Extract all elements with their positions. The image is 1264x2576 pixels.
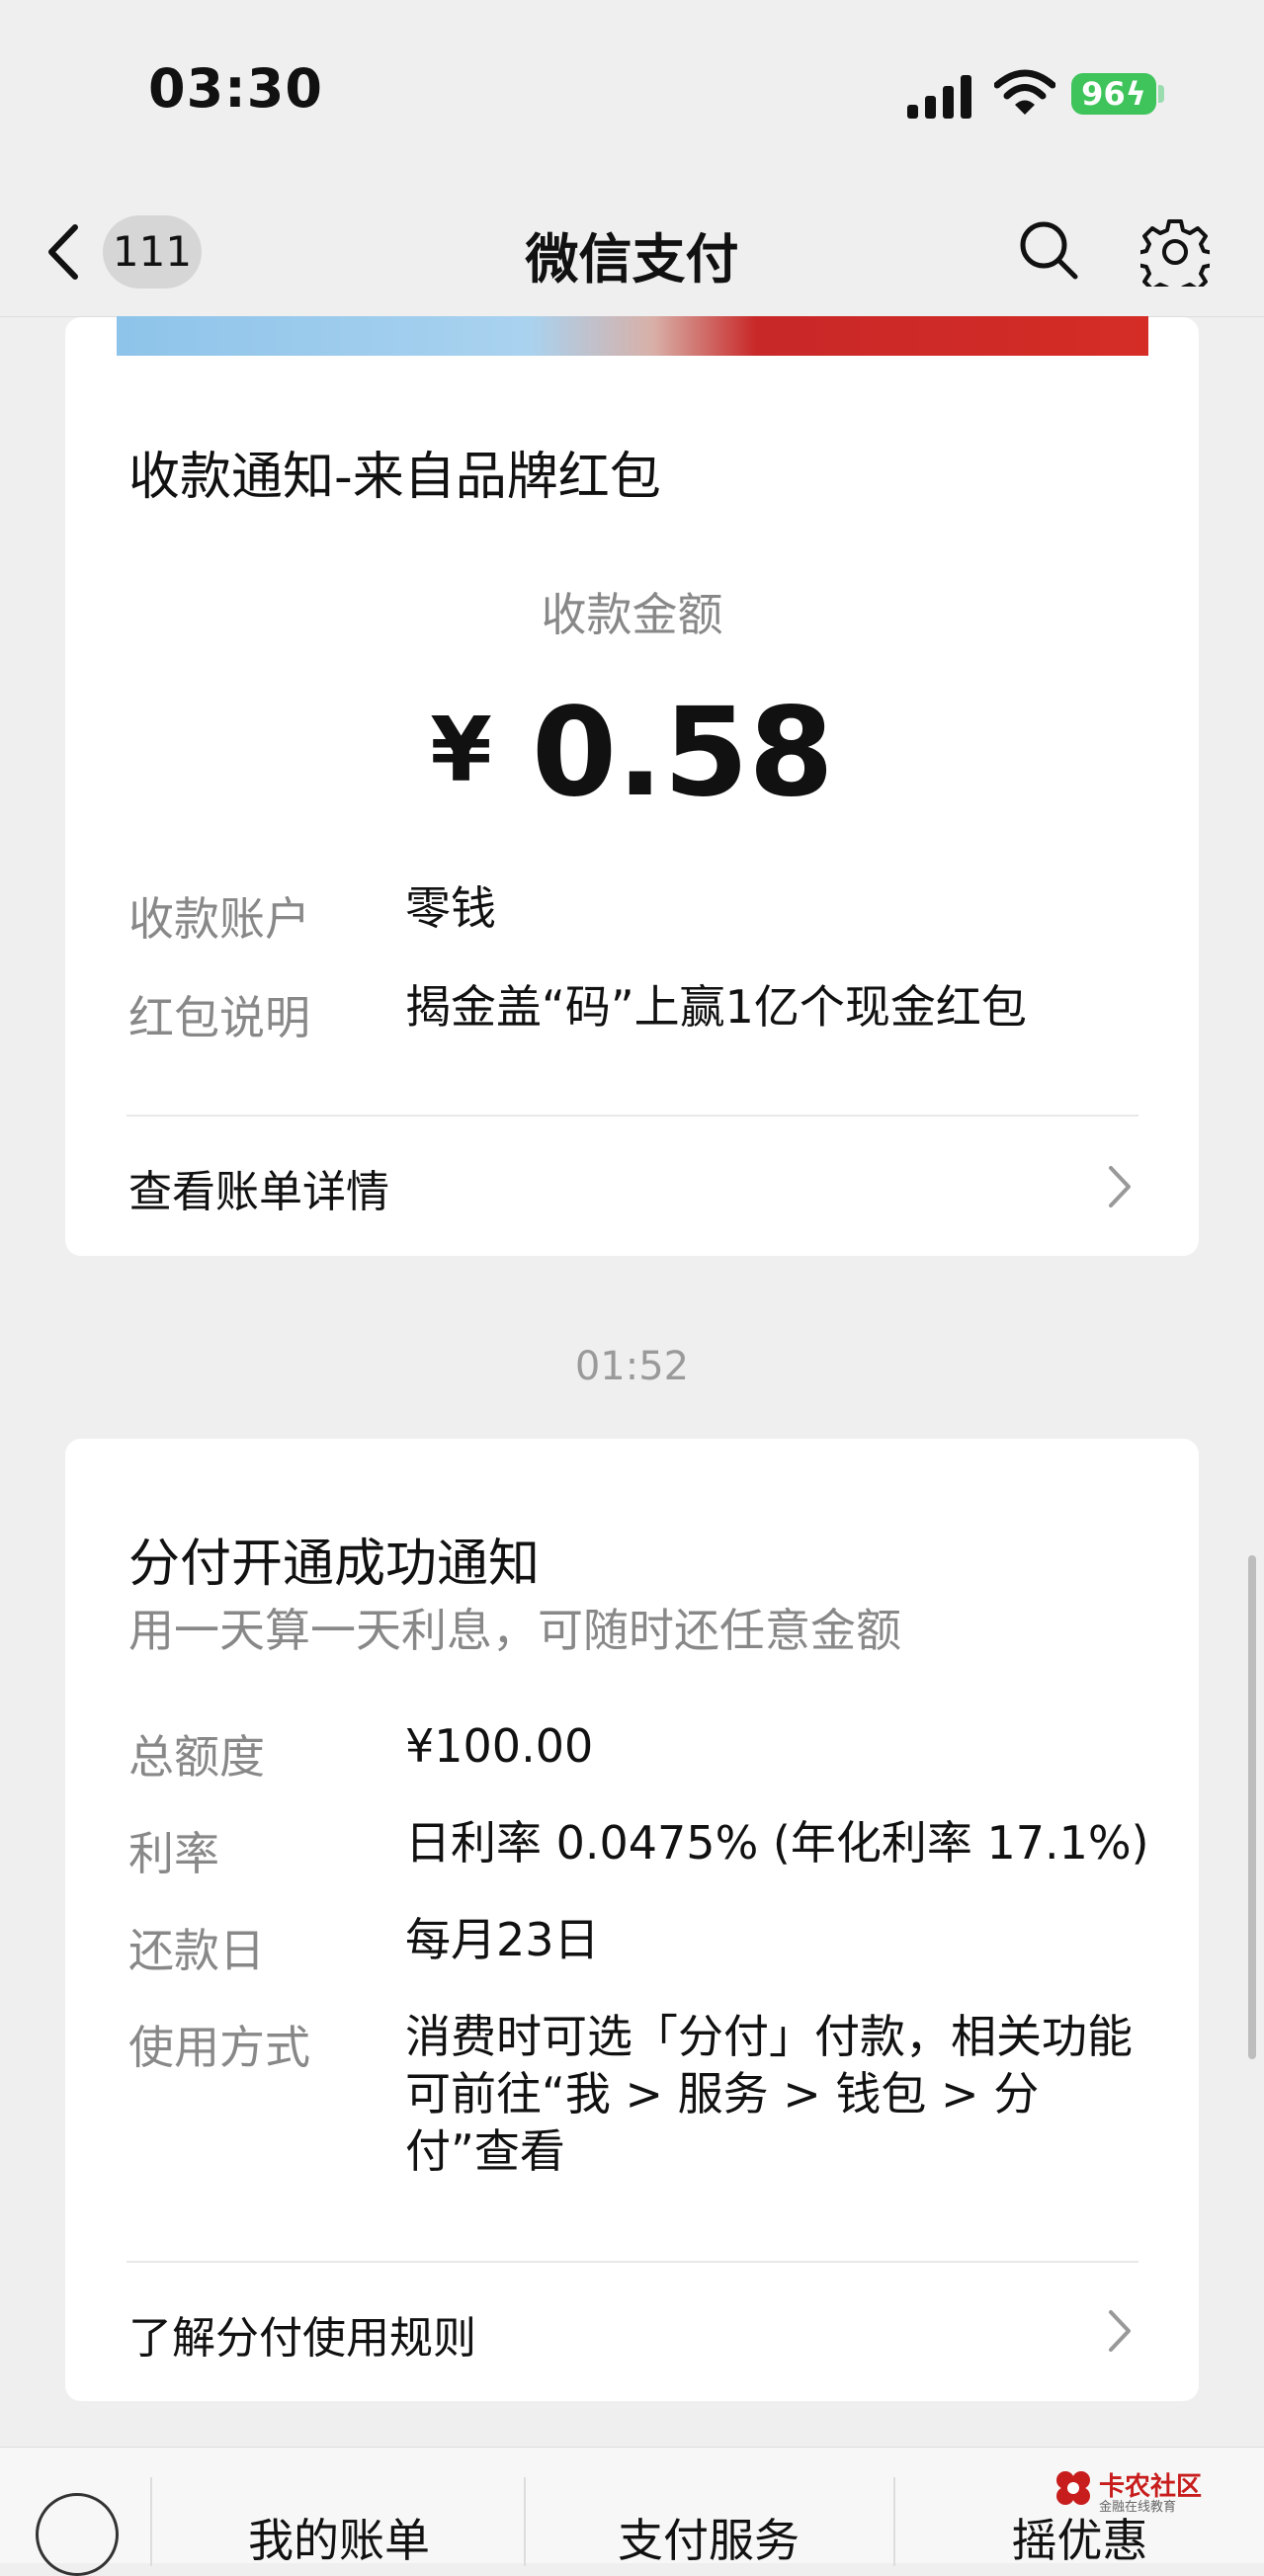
battery-nub	[1158, 85, 1164, 103]
amount-number: 0.58	[531, 682, 834, 824]
nav-bar: 111 微信支付	[0, 188, 1264, 317]
view-bill-details-link[interactable]: 查看账单详情	[128, 1156, 389, 1219]
message-timestamp: 01:52	[574, 1344, 690, 1389]
row-label: 还款日	[128, 1924, 265, 1977]
fenfu-rules-link[interactable]: 了解分付使用规则	[128, 2302, 476, 2366]
keyboard-icon[interactable]	[36, 2493, 119, 2576]
amount-label: 收款金额	[541, 588, 723, 641]
row-value: 揭金盖“码”上赢1亿个现金红包	[405, 980, 1027, 1034]
menu-payment-services[interactable]: 支付服务	[526, 2505, 891, 2570]
amount-value: ¥0.58	[0, 682, 1264, 824]
currency-symbol: ¥	[430, 699, 492, 802]
chevron-right-icon[interactable]	[1107, 2308, 1133, 2354]
row-label: 收款账户	[128, 892, 310, 946]
battery-indicator: 96ϟ	[1071, 73, 1156, 115]
card-title: 收款通知-来自品牌红包	[128, 448, 661, 507]
watermark: 卡农社区 金融在线教育	[1053, 2466, 1212, 2516]
status-time: 03:30	[148, 57, 323, 120]
menu-my-bills[interactable]: 我的账单	[152, 2505, 526, 2570]
row-value: 日利率 0.0475% (年化利率 17.1%)	[405, 1816, 1149, 1870]
battery-level: 96	[1081, 75, 1126, 113]
row-value: 零钱	[405, 881, 496, 935]
row-label: 利率	[128, 1827, 219, 1880]
gear-icon[interactable]	[1140, 217, 1210, 287]
card-title: 分付开通成功通知	[128, 1535, 541, 1594]
row-value: 消费时可选「分付」付款，相关功能可前往“我 > 服务 > 钱包 > 分付”查看	[405, 2010, 1133, 2178]
row-label: 使用方式	[128, 2021, 310, 2074]
wifi-icon	[994, 69, 1055, 115]
row-label: 红包说明	[128, 991, 310, 1044]
scrollbar[interactable]	[1248, 1555, 1256, 2059]
signal-icon	[907, 75, 971, 119]
watermark-logo-icon	[1056, 2471, 1090, 2505]
search-icon[interactable]	[1016, 217, 1081, 283]
chevron-right-icon[interactable]	[1107, 1164, 1133, 1209]
charging-icon: ϟ	[1125, 75, 1146, 113]
card-subtitle: 用一天算一天利息，可随时还任意金额	[128, 1604, 901, 1657]
divider	[126, 1115, 1138, 1117]
row-value: ¥100.00	[405, 1719, 594, 1773]
divider	[126, 2261, 1138, 2263]
row-value: 每月23日	[405, 1913, 600, 1966]
row-label: 总额度	[128, 1730, 265, 1784]
status-bar: 03:30 96ϟ	[0, 0, 1264, 188]
watermark-subtitle: 金融在线教育	[1099, 2500, 1177, 2515]
brand-banner-image	[117, 316, 1148, 356]
